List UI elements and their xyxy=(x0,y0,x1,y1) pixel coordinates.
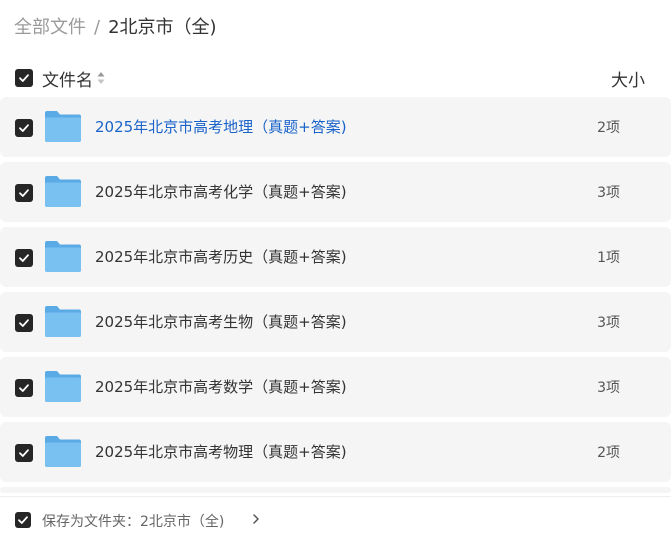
file-row[interactable]: 2025年北京市高考物理（真题+答案) 2项 xyxy=(0,422,671,482)
folder-icon xyxy=(45,436,81,467)
file-name[interactable]: 2025年北京市高考化学（真题+答案) xyxy=(95,181,347,202)
check-icon xyxy=(19,124,29,132)
row-checkbox[interactable] xyxy=(15,249,33,267)
file-row-partial xyxy=(0,487,671,493)
folder-icon xyxy=(45,176,81,207)
breadcrumb-root-link[interactable]: 全部文件 xyxy=(14,16,86,40)
row-checkbox[interactable] xyxy=(15,184,33,202)
file-name[interactable]: 2025年北京市高考生物（真题+答案) xyxy=(95,311,347,332)
save-as-folder-label[interactable]: 保存为文件夹：2北京市（全) xyxy=(42,511,224,531)
check-icon xyxy=(19,384,29,392)
row-checkbox[interactable] xyxy=(15,444,33,462)
select-all-checkbox[interactable] xyxy=(15,69,33,87)
row-checkbox[interactable] xyxy=(15,314,33,332)
breadcrumb-separator: / xyxy=(94,17,101,38)
save-as-folder-option[interactable]: 保存为文件夹：2北京市（全) xyxy=(0,505,671,535)
check-icon xyxy=(19,319,29,327)
column-header-size[interactable]: 大小 xyxy=(611,66,645,91)
check-icon xyxy=(19,254,29,262)
folder-icon xyxy=(45,111,81,142)
file-name[interactable]: 2025年北京市高考数学（真题+答案) xyxy=(95,376,347,397)
check-icon xyxy=(19,189,29,197)
file-row[interactable]: 2025年北京市高考地理（真题+答案) 2项 xyxy=(0,97,671,157)
column-header-name[interactable]: 文件名 xyxy=(42,66,93,91)
chevron-right-icon[interactable] xyxy=(252,513,260,525)
list-header: 文件名 大小 xyxy=(0,64,671,92)
row-checkbox[interactable] xyxy=(15,119,33,137)
check-icon xyxy=(19,449,29,457)
item-count: 2项 xyxy=(597,445,620,461)
check-icon xyxy=(19,74,29,82)
item-count: 1项 xyxy=(597,250,620,266)
item-count: 3项 xyxy=(597,380,620,396)
footer-divider xyxy=(0,496,671,497)
save-as-folder-checkbox[interactable] xyxy=(15,512,31,528)
folder-icon xyxy=(45,306,81,337)
folder-icon xyxy=(45,371,81,402)
row-checkbox[interactable] xyxy=(15,379,33,397)
item-count: 3项 xyxy=(597,315,620,331)
item-count: 3项 xyxy=(597,185,620,201)
file-row[interactable]: 2025年北京市高考化学（真题+答案) 3项 xyxy=(0,162,671,222)
file-name[interactable]: 2025年北京市高考历史（真题+答案) xyxy=(95,246,347,267)
file-name[interactable]: 2025年北京市高考物理（真题+答案) xyxy=(95,441,347,462)
file-name[interactable]: 2025年北京市高考地理（真题+答案) xyxy=(95,116,347,137)
sort-icon[interactable] xyxy=(96,70,106,86)
item-count: 2项 xyxy=(597,120,620,136)
check-icon xyxy=(18,516,28,524)
breadcrumb-current: 2北京市（全) xyxy=(108,17,217,38)
file-row[interactable]: 2025年北京市高考数学（真题+答案) 3项 xyxy=(0,357,671,417)
file-row[interactable]: 2025年北京市高考历史（真题+答案) 1项 xyxy=(0,227,671,287)
file-row[interactable]: 2025年北京市高考生物（真题+答案) 3项 xyxy=(0,292,671,352)
breadcrumb: 全部文件 / 2北京市（全) xyxy=(14,16,217,40)
folder-icon xyxy=(45,241,81,272)
